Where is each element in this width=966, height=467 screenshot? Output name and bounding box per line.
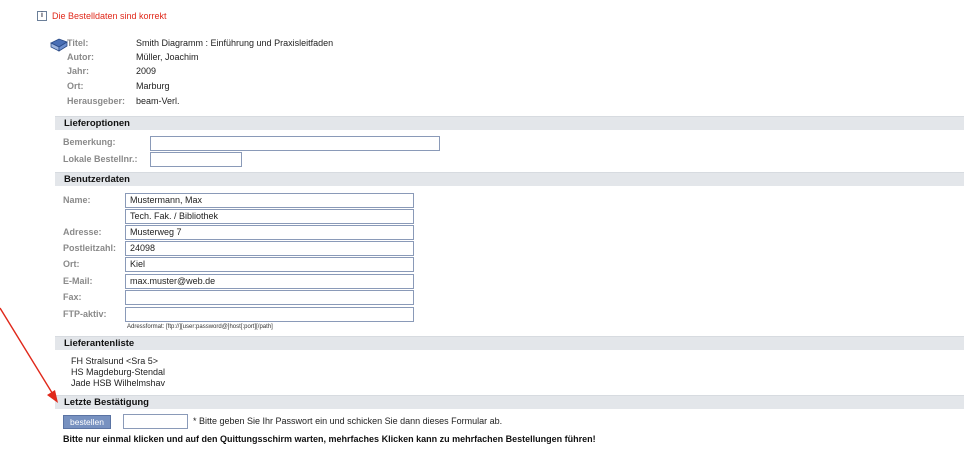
remark-input[interactable] [150, 136, 440, 151]
fax-field[interactable] [125, 290, 414, 305]
address-field[interactable]: Musterweg 7 [125, 225, 414, 240]
publisher-value: beam-Verl. [136, 96, 180, 106]
section-header-confirm: Letzte Bestätigung [55, 395, 964, 409]
ftp-format-hint: Adressformat: [ftp://][user:password@]ho… [127, 324, 273, 330]
order-button[interactable]: bestellen [63, 415, 111, 429]
password-hint: * Bitte geben Sie Ihr Passwort ein und s… [193, 416, 503, 426]
ftp-field[interactable] [125, 307, 414, 322]
name-field[interactable]: Mustermann, Max [125, 193, 414, 208]
city-field[interactable]: Kiel [125, 257, 414, 272]
place-value: Marburg [136, 81, 170, 91]
supplier-item: Jade HSB Wilhelmshav [71, 378, 166, 388]
institution-field[interactable]: Tech. Fak. / Bibliothek [125, 209, 414, 224]
supplier-item: HS Magdeburg-Stendal [71, 367, 166, 377]
title-value: Smith Diagramm : Einführung und Praxisle… [136, 38, 334, 48]
supplier-item: FH Stralsund <Sra 5> [71, 356, 159, 366]
author-value: Müller, Joachim [136, 52, 199, 62]
double-click-warning: Bitte nur einmal klicken und auf den Qui… [63, 434, 596, 444]
email-field[interactable]: max.muster@web.de [125, 274, 414, 289]
section-header-user: Benutzerdaten [55, 172, 964, 186]
section-header-suppliers: Lieferantenliste [55, 336, 964, 350]
annotation-arrow-icon [0, 307, 58, 403]
year-value: 2009 [136, 66, 157, 76]
password-input[interactable] [123, 414, 188, 429]
zip-field[interactable]: 24098 [125, 241, 414, 256]
local-order-input[interactable] [150, 152, 242, 167]
section-header-delivery: Lieferoptionen [55, 116, 964, 130]
